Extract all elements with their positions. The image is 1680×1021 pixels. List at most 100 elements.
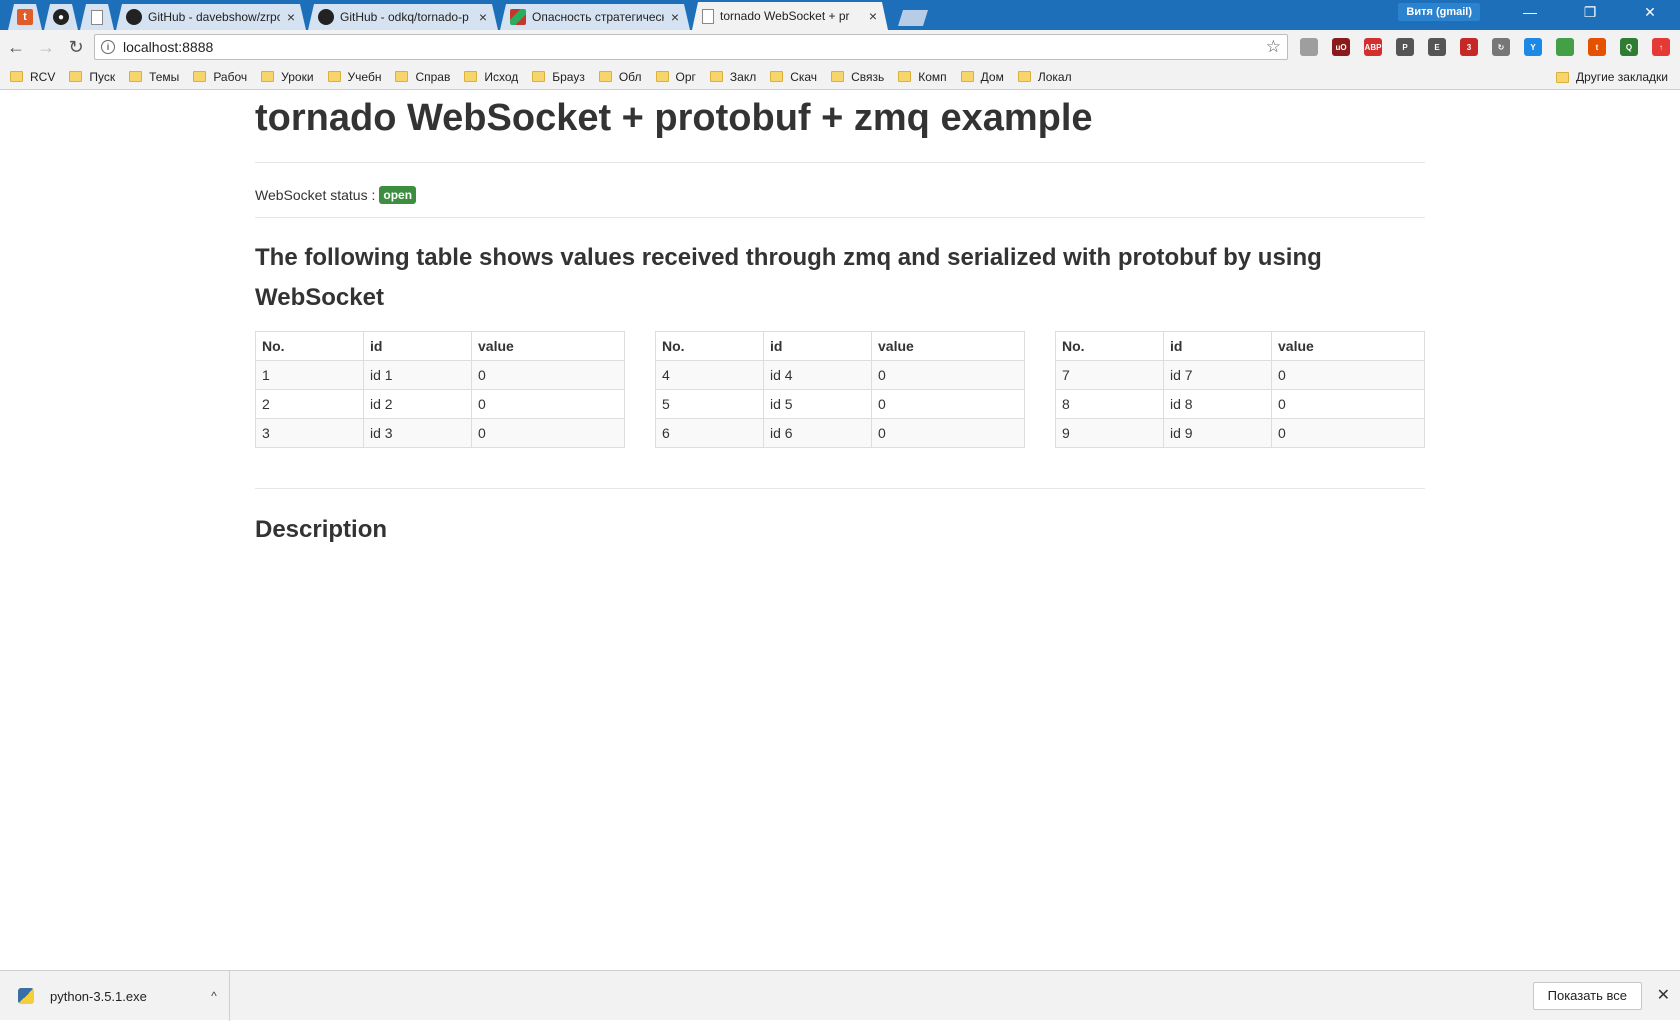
page-title: tornado WebSocket + protobuf + zmq examp…	[255, 97, 1093, 139]
bookmark-label: Учебн	[347, 69, 382, 84]
bookmark-folder[interactable]: Исход	[464, 70, 518, 84]
globe-ext-icon[interactable]	[1300, 38, 1318, 56]
table-cell: 9	[1055, 417, 1164, 448]
bookmark-label: Дом	[980, 69, 1004, 84]
evernote-ext-icon[interactable]: E	[1428, 38, 1446, 56]
bookmark-label: RCV	[30, 69, 56, 84]
reload-button[interactable]: ↻	[62, 33, 90, 61]
bookmark-folder[interactable]: Пуск	[69, 70, 115, 84]
pocket-ext-icon[interactable]: P	[1396, 38, 1414, 56]
restore-button[interactable]: ❐	[1560, 0, 1620, 24]
table-row: 4 id 40	[655, 359, 1025, 390]
table-header-row: No. id value	[655, 330, 1025, 361]
tab-close-icon[interactable]: ×	[476, 9, 490, 25]
bookmark-label: Скач	[790, 69, 818, 84]
bookmark-folder[interactable]: Связь	[831, 70, 884, 84]
bookmark-folder[interactable]: Закл	[709, 69, 757, 84]
bookmark-folder[interactable]: Орг	[655, 69, 696, 84]
column-header: value	[871, 330, 1025, 361]
folder-icon	[898, 71, 912, 82]
bookmark-folder[interactable]: Уроки	[261, 70, 314, 84]
bookmark-folder[interactable]: Комп	[898, 70, 947, 84]
info-icon[interactable]: i	[101, 40, 115, 54]
divider	[255, 487, 1425, 489]
tab-title: GitHub - odkq/tornado-p	[340, 10, 469, 24]
show-all-downloads-button[interactable]: Показать все	[1532, 982, 1642, 1010]
tab-close-icon[interactable]: ×	[866, 8, 880, 24]
translate-ext-icon[interactable]: Y	[1524, 38, 1542, 56]
column-header: No.	[255, 330, 364, 361]
tab-6[interactable]: tornado WebSocket + pr ×	[692, 2, 888, 30]
tab-4[interactable]: GitHub - odkq/tornado-p ×	[308, 4, 498, 30]
download-item[interactable]: python-3.5.1.exe ^	[0, 971, 230, 1021]
table-cell: 7	[1055, 359, 1164, 390]
table-cell: 3	[255, 417, 364, 448]
tumblr-icon: t	[17, 9, 33, 25]
bookmark-folder[interactable]: Справ	[395, 70, 450, 84]
folder-icon	[598, 71, 612, 82]
bookmarks-bar: RCV Пуск Темы Рабоч Уроки Учебн Справ Исход Брау…	[0, 64, 1680, 90]
bookmark-folder[interactable]: Брауз	[532, 70, 585, 84]
extensions-area: uO ABP P E 3 ↻ Yt Q ↑	[1300, 38, 1670, 56]
close-shelf-icon[interactable]: ✕	[1657, 985, 1670, 1005]
ublock-ext-icon[interactable]: uO	[1332, 38, 1350, 56]
scanner-ext-icon[interactable]: Q	[1620, 38, 1638, 56]
folder-icon	[709, 71, 723, 82]
tab-close-icon[interactable]: ×	[284, 9, 298, 25]
bookmark-folder[interactable]: Скач	[770, 70, 817, 84]
tab-2[interactable]	[80, 4, 114, 30]
bookmark-folder[interactable]: Темы	[129, 70, 179, 84]
document-icon	[702, 9, 714, 24]
adblock-plus-ext-icon[interactable]: ABP	[1364, 38, 1382, 56]
chevron-up-icon[interactable]: ^	[199, 989, 229, 1003]
badge-ext-icon[interactable]: 3	[1460, 38, 1478, 56]
tab-5[interactable]: Опасность стратегическ ×	[500, 4, 690, 30]
tab-3[interactable]: GitHub - davebshow/zrpc ×	[116, 4, 306, 30]
table-cell: id 5	[763, 388, 872, 419]
bookmark-folder[interactable]: Локал	[1017, 70, 1072, 84]
download-file-name[interactable]: python-3.5.1.exe	[50, 989, 199, 1004]
bookmark-folder[interactable]: Обл	[598, 70, 642, 84]
folder-icon	[532, 71, 546, 82]
table-cell: 0	[1271, 417, 1425, 448]
other-bookmarks-folder[interactable]: Другие закладки	[1556, 70, 1668, 84]
folder-icon	[655, 71, 669, 82]
bookmark-star-icon[interactable]: ☆	[1266, 37, 1281, 57]
new-tab-button[interactable]	[898, 10, 928, 26]
bookmark-label: Исход	[484, 69, 519, 84]
tab-1[interactable]: ●	[44, 4, 78, 30]
table-cell: 1	[255, 359, 364, 390]
bookmark-label: Темы	[149, 69, 180, 84]
tumblr-ext-icon[interactable]: t	[1588, 38, 1606, 56]
table-row: 2 id 20	[255, 388, 625, 419]
bookmark-folder[interactable]: Дом	[960, 69, 1004, 84]
battery-ext-icon[interactable]	[1556, 38, 1574, 56]
forward-button[interactable]: →	[32, 33, 60, 61]
folder-icon	[129, 71, 143, 82]
bookmark-folder[interactable]: Рабоч	[193, 70, 247, 84]
address-url[interactable]: localhost:8888	[123, 39, 1266, 55]
folder-icon	[193, 71, 207, 82]
tab-0[interactable]: t	[8, 4, 42, 30]
back-button[interactable]: ←	[2, 33, 30, 61]
table-cell: id 3	[363, 417, 472, 448]
table-row: 1 id 10	[255, 359, 625, 390]
minimize-button[interactable]: —	[1500, 0, 1560, 24]
browser-toolbar: ← → ↻ i localhost:8888 ☆ uO ABP P E 3 ↻ Yt Q ↑	[0, 30, 1680, 64]
profile-button[interactable]: Витя (gmail)	[1398, 3, 1480, 21]
address-bar[interactable]: i localhost:8888 ☆	[94, 34, 1288, 60]
divider	[255, 216, 1425, 218]
bookmark-label: Связь	[851, 69, 885, 84]
table-header-row: No. id value	[1055, 330, 1425, 361]
status-badge: open	[379, 185, 417, 204]
bookmark-label: Закл	[729, 69, 757, 84]
close-window-button[interactable]: ✕	[1620, 0, 1680, 24]
sync-ext-icon[interactable]: ↻	[1492, 38, 1510, 56]
table-cell: id 7	[1163, 359, 1272, 390]
table-row: 5 id 50	[655, 388, 1025, 419]
tab-close-icon[interactable]: ×	[668, 9, 682, 25]
bookmark-folder[interactable]: Учебн	[327, 69, 382, 84]
arrow-up-ext-icon[interactable]: ↑	[1652, 38, 1670, 56]
bookmark-folder[interactable]: RCV	[10, 70, 55, 84]
bookmark-label: Орг	[675, 69, 696, 84]
